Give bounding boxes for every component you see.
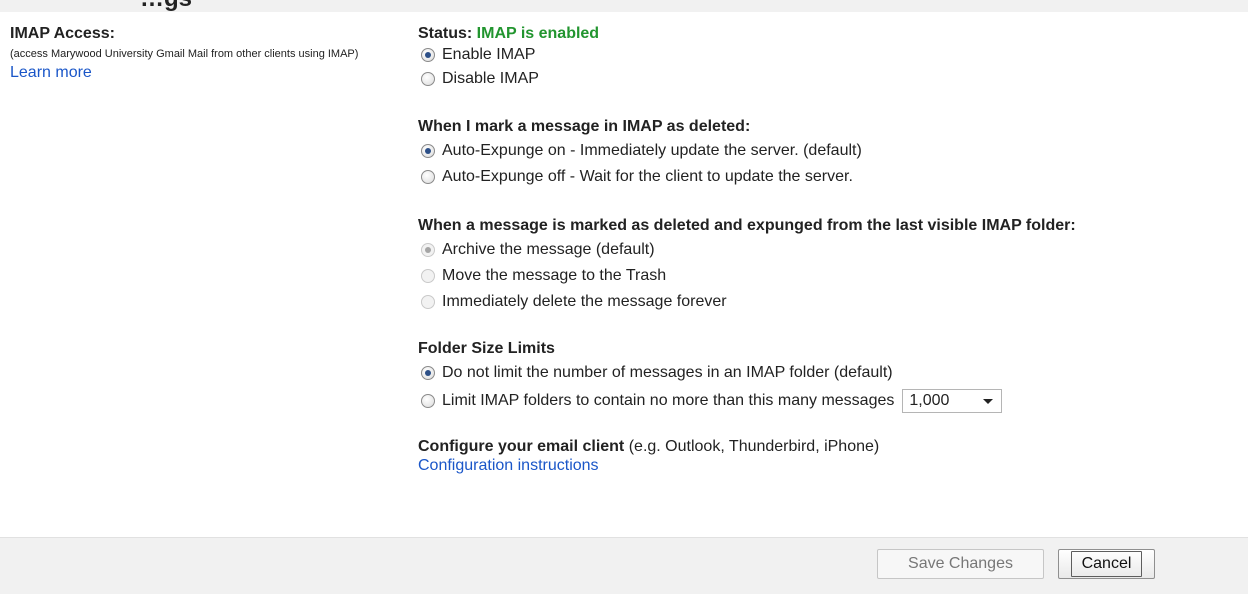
settings-footer: Save Changes Cancel [0,538,1248,594]
auto-expunge-off-option[interactable]: Auto-Expunge off - Wait for the client t… [418,164,1248,190]
delete-forever-label: Immediately delete the message forever [442,293,727,310]
imap-status: Status: IMAP is enabled [418,24,1248,43]
status-prefix: Status: [418,25,477,42]
folder-limits-title: Folder Size Limits [418,340,555,357]
top-strip: …gs [0,0,1248,12]
message-limit-select[interactable]: 1,000 [902,389,1003,413]
limit-folders-label: Limit IMAP folders to contain no more th… [442,392,895,409]
disable-imap-label: Disable IMAP [442,70,539,87]
deleted-group-title: When I mark a message in IMAP as deleted… [418,118,751,135]
radio-button-icon [421,295,435,309]
disable-imap-option[interactable]: Disable IMAP [418,67,1248,91]
radio-button-icon[interactable] [421,144,435,158]
configure-client-title: Configure your email client [418,438,625,455]
auto-expunge-on-option[interactable]: Auto-Expunge on - Immediately update the… [418,138,1248,164]
imap-settings-panel: IMAP Access: (access Marywood University… [0,12,1248,537]
save-changes-button[interactable]: Save Changes [877,549,1044,579]
radio-button-icon[interactable] [421,72,435,86]
message-limit-value: 1,000 [909,392,950,409]
radio-button-icon[interactable] [421,170,435,184]
no-limit-option[interactable]: Do not limit the number of messages in a… [418,360,1248,386]
expunged-group-title: When a message is marked as deleted and … [418,217,1076,234]
radio-button-icon[interactable] [421,366,435,380]
no-limit-label: Do not limit the number of messages in a… [442,364,893,381]
move-to-trash-label: Move the message to the Trash [442,267,667,284]
imap-access-column: IMAP Access: (access Marywood University… [10,24,400,83]
imap-access-description: (access Marywood University Gmail Mail f… [10,48,359,60]
auto-expunge-off-label: Auto-Expunge off - Wait for the client t… [442,168,853,185]
radio-button-icon[interactable] [421,394,435,408]
imap-access-label: IMAP Access: [10,25,115,42]
move-to-trash-option: Move the message to the Trash [418,263,1248,289]
configure-client-hint: (e.g. Outlook, Thunderbird, iPhone) [624,438,880,455]
enable-imap-label: Enable IMAP [442,46,536,63]
enable-imap-option[interactable]: Enable IMAP [418,43,1248,67]
imap-options-column: Status: IMAP is enabled Enable IMAP Disa… [418,24,1248,476]
configure-client-line: Configure your email client (e.g. Outloo… [418,437,1248,456]
radio-button-icon [421,243,435,257]
archive-message-label: Archive the message (default) [442,241,655,258]
cancel-button[interactable]: Cancel [1058,549,1155,579]
status-value: IMAP is enabled [476,25,600,42]
dropdown-caret-icon [983,398,994,404]
radio-button-icon[interactable] [421,48,435,62]
limit-folders-option[interactable]: Limit IMAP folders to contain no more th… [418,386,1248,416]
configuration-instructions-link[interactable]: Configuration instructions [418,457,599,474]
learn-more-link[interactable]: Learn more [10,64,92,81]
page-title-partial: …gs [140,0,192,12]
cancel-label: Cancel [1070,551,1143,577]
archive-message-option: Archive the message (default) [418,237,1248,263]
radio-button-icon [421,269,435,283]
auto-expunge-on-label: Auto-Expunge on - Immediately update the… [442,142,862,159]
delete-forever-option: Immediately delete the message forever [418,289,1248,315]
